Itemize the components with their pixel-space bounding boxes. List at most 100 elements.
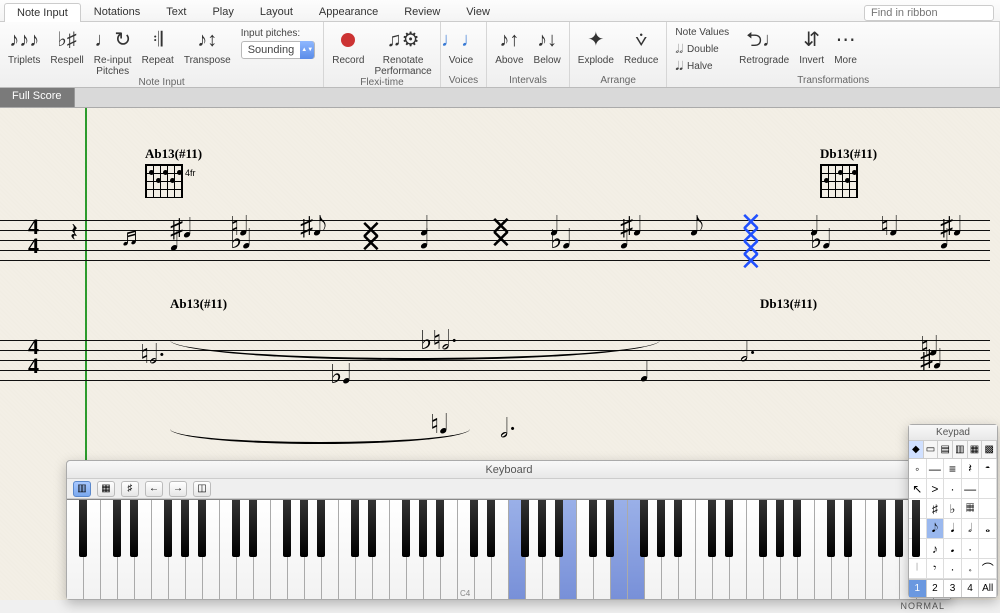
piano-black-key[interactable] bbox=[198, 500, 207, 557]
note-chord[interactable]: ♯𝅘𝅥𝅘𝅥 bbox=[620, 220, 641, 246]
piano-black-key[interactable] bbox=[436, 500, 445, 557]
keypad-voice-4[interactable]: 4 bbox=[962, 580, 980, 597]
tool-halve[interactable]: 𝅘𝅥𝅘𝅥Halve bbox=[675, 58, 729, 75]
note-chord[interactable]: ♯𝅘𝅥𝅮 bbox=[300, 220, 327, 233]
note-chord[interactable]: 𝅘𝅥 bbox=[640, 366, 648, 379]
ribbon-tab-layout[interactable]: Layout bbox=[247, 2, 306, 21]
piano-black-key[interactable] bbox=[521, 500, 530, 557]
tool-double[interactable]: 𝅗𝅥𝅗𝅥Double bbox=[675, 41, 729, 58]
piano-black-key[interactable] bbox=[283, 500, 292, 557]
piano-black-key[interactable] bbox=[589, 500, 598, 557]
keypad-voice-3[interactable]: 3 bbox=[944, 580, 962, 597]
keypad-tab-icon[interactable]: ▥ bbox=[953, 441, 968, 458]
piano-black-key[interactable] bbox=[470, 500, 479, 557]
keypad-tab-icon[interactable]: ▦ bbox=[968, 441, 983, 458]
piano-keys[interactable]: C4 bbox=[67, 499, 951, 599]
input-pitches-dropdown[interactable]: Sounding ▲▼ bbox=[241, 41, 316, 59]
keyboard-view-piano[interactable]: ▥ bbox=[73, 481, 91, 497]
piano-black-key[interactable] bbox=[487, 500, 496, 557]
keypad-cell[interactable]: 𝄽 bbox=[962, 459, 980, 479]
tool-below[interactable]: ♪↓ Below bbox=[534, 24, 561, 67]
staff-1[interactable]: 44 𝄽 ♬ ♯𝅘𝅥𝅘𝅥 ♮𝅘𝅥♭𝅘𝅥 ♯𝅘𝅥𝅮 ✕✕ 𝅘𝅥𝅘𝅥 ✕✕ 𝅘𝅥♭𝅘… bbox=[0, 220, 1000, 260]
note-chord[interactable]: ♬ bbox=[120, 230, 146, 243]
keyboard-nav-next[interactable]: → bbox=[169, 481, 187, 497]
keypad-panel[interactable]: Keypad ◆ ▭ ▤ ▥ ▦ ▩ ◦—≡𝄽𝄼↖>·—♮♯♭𝄜𝅘𝅥𝅯𝅘𝅥𝅮𝅘𝅥… bbox=[908, 424, 998, 598]
chord-symbol[interactable]: Db13(#11) bbox=[820, 146, 877, 162]
note-chord[interactable]: ♮𝅗𝅥· bbox=[140, 348, 166, 361]
keypad-voice-2[interactable]: 2 bbox=[927, 580, 945, 597]
ribbon-tab-review[interactable]: Review bbox=[391, 2, 453, 21]
ribbon-tab-play[interactable]: Play bbox=[199, 2, 246, 21]
chord-diagram[interactable]: 4fr bbox=[145, 164, 183, 198]
keypad-cell[interactable]: 𝅗𝅥 bbox=[962, 519, 980, 539]
keypad-cell[interactable]: ♭ bbox=[944, 499, 962, 519]
tool-more[interactable]: ⋯ More bbox=[834, 24, 857, 67]
tool-renotate[interactable]: ♫⚙ Renotate Performance bbox=[374, 24, 431, 77]
keypad-cell[interactable]: ♪ bbox=[927, 539, 945, 559]
piano-black-key[interactable] bbox=[606, 500, 615, 557]
note-chord[interactable]: 𝅘𝅥𝅮 bbox=[690, 220, 704, 233]
keypad-tab-icon[interactable]: ◆ bbox=[909, 441, 924, 458]
piano-black-key[interactable] bbox=[725, 500, 734, 557]
piano-black-key[interactable] bbox=[912, 500, 921, 557]
chord-symbol[interactable]: Ab13(#11) bbox=[170, 296, 227, 312]
time-signature[interactable]: 44 bbox=[28, 338, 39, 375]
keypad-cell[interactable]: 𝅘 bbox=[944, 539, 962, 559]
piano-black-key[interactable] bbox=[79, 500, 88, 557]
keypad-cell[interactable]: 𝅥 bbox=[909, 559, 927, 579]
piano-black-key[interactable] bbox=[657, 500, 666, 557]
tool-transpose[interactable]: ♪↕ Transpose bbox=[184, 24, 231, 67]
piano-black-key[interactable] bbox=[317, 500, 326, 557]
keypad-cell[interactable]: 𝅝 bbox=[979, 519, 997, 539]
keypad-cell[interactable]: — bbox=[927, 459, 945, 479]
tool-triplets[interactable]: ♪♪♪ Triplets bbox=[8, 24, 40, 67]
keypad-cell[interactable]: — bbox=[962, 479, 980, 499]
piano-black-key[interactable] bbox=[351, 500, 360, 557]
note-chord[interactable]: ♮𝅘𝅥 bbox=[430, 418, 448, 431]
ribbon-tab-view[interactable]: View bbox=[453, 2, 503, 21]
keypad-cell[interactable] bbox=[979, 539, 997, 559]
tool-record[interactable]: Record bbox=[332, 24, 364, 67]
note-chord[interactable]: ♯𝅘𝅥𝅘𝅥 bbox=[170, 222, 191, 248]
slur[interactable] bbox=[170, 320, 660, 360]
tool-explode[interactable]: ✦ Explode bbox=[578, 24, 614, 67]
piano-black-key[interactable] bbox=[249, 500, 258, 557]
keypad-cell[interactable]: · bbox=[944, 559, 962, 579]
piano-black-key[interactable] bbox=[844, 500, 853, 557]
tool-reduce[interactable]: ⩒ Reduce bbox=[624, 24, 658, 67]
piano-black-key[interactable] bbox=[164, 500, 173, 557]
keypad-tab-icon[interactable]: ▩ bbox=[982, 441, 997, 458]
piano-black-key[interactable] bbox=[300, 500, 309, 557]
time-signature[interactable]: 44 bbox=[28, 218, 39, 255]
piano-black-key[interactable] bbox=[827, 500, 836, 557]
keypad-cell[interactable]: 𝄼 bbox=[979, 459, 997, 479]
tool-reinput-pitches[interactable]: ♩↻ Re-input Pitches bbox=[94, 24, 132, 77]
tool-voice[interactable]: ♩♩ Voice bbox=[449, 24, 473, 67]
piano-black-key[interactable] bbox=[640, 500, 649, 557]
ribbon-tab-text[interactable]: Text bbox=[153, 2, 199, 21]
tool-retrograde[interactable]: ⮌♩ Retrograde bbox=[739, 24, 789, 67]
keypad-tab-icon[interactable]: ▤ bbox=[938, 441, 953, 458]
keypad-cell[interactable]: ↖ bbox=[909, 479, 927, 499]
note-chord[interactable]: ♮𝅘𝅥♯𝅘𝅥 bbox=[920, 340, 941, 366]
note-chord[interactable]: 𝅘𝅥♭𝅘𝅥 bbox=[810, 220, 831, 246]
keypad-cell[interactable]: 𝄾 bbox=[927, 559, 945, 579]
tool-invert[interactable]: ⇵ Invert bbox=[799, 24, 824, 67]
note-chord[interactable]: ♯𝅘𝅥𝅘𝅥 bbox=[940, 220, 961, 246]
slur[interactable] bbox=[170, 414, 470, 444]
tool-respell[interactable]: ♭♯ Respell bbox=[50, 24, 83, 67]
keypad-cell[interactable]: · bbox=[944, 479, 962, 499]
chord-diagram[interactable] bbox=[820, 164, 858, 198]
keypad-tab-icon[interactable]: ▭ bbox=[924, 441, 939, 458]
keypad-voice-all[interactable]: All bbox=[979, 580, 997, 597]
piano-black-key[interactable] bbox=[674, 500, 683, 557]
piano-black-key[interactable] bbox=[181, 500, 190, 557]
piano-black-key[interactable] bbox=[419, 500, 428, 557]
note-chord[interactable]: 𝅗𝅥· bbox=[500, 422, 517, 435]
note-chord[interactable]: ♭♮𝅗𝅥· bbox=[420, 334, 458, 347]
ribbon-tab-appearance[interactable]: Appearance bbox=[306, 2, 391, 21]
keypad-cell[interactable]: > bbox=[927, 479, 945, 499]
note-chord[interactable]: ♭𝅘𝅥 bbox=[330, 368, 351, 381]
keypad-cell[interactable]: 𝆹 bbox=[962, 559, 980, 579]
piano-black-key[interactable] bbox=[368, 500, 377, 557]
